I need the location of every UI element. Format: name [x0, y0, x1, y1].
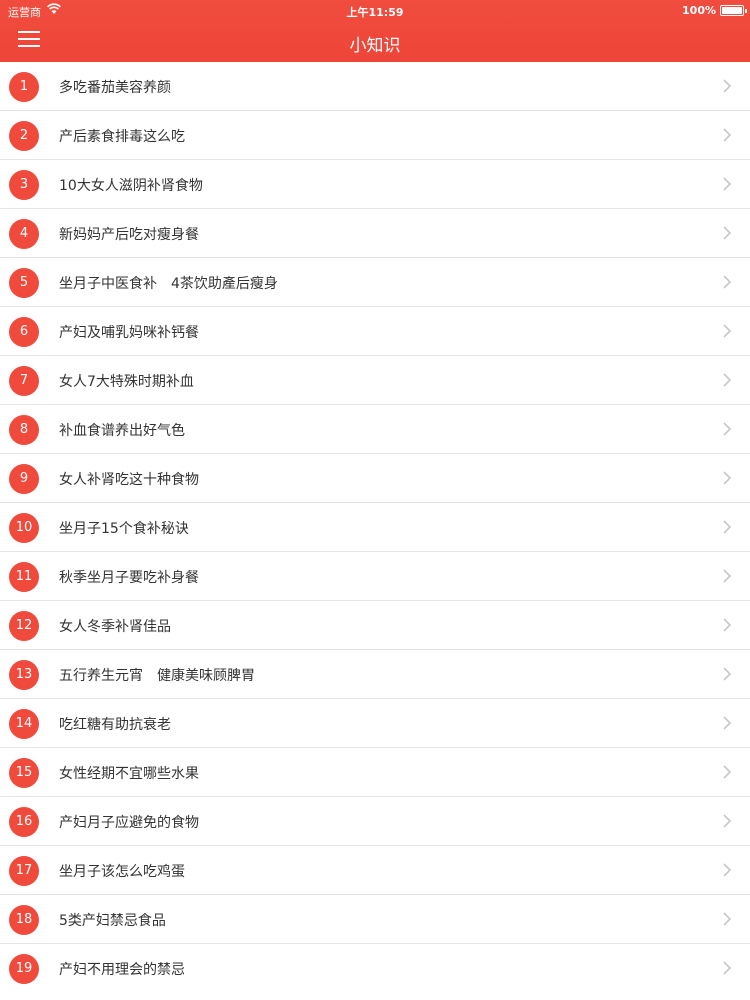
- list-item[interactable]: 6 产妇及哺乳妈咪补钙餐: [0, 307, 750, 356]
- list-item[interactable]: 5 坐月子中医食补 4茶饮助產后瘦身: [0, 258, 750, 307]
- item-title: 女人冬季补肾佳品: [59, 619, 171, 635]
- chevron-right-icon: [723, 324, 732, 338]
- item-title: 秋季坐月子要吃补身餐: [59, 570, 199, 586]
- item-title: 多吃番茄美容养颜: [59, 80, 171, 96]
- item-number-badge: 13: [9, 660, 39, 690]
- item-number-badge: 10: [9, 513, 39, 543]
- item-number-badge: 12: [9, 611, 39, 641]
- list-item[interactable]: 17 坐月子该怎么吃鸡蛋: [0, 846, 750, 895]
- item-title: 产妇月子应避免的食物: [59, 815, 199, 831]
- list-item[interactable]: 8 补血食谱养出好气色: [0, 405, 750, 454]
- list-item[interactable]: 9 女人补肾吃这十种食物: [0, 454, 750, 503]
- chevron-right-icon: [723, 863, 732, 877]
- item-number-badge: 1: [9, 72, 39, 102]
- chevron-right-icon: [723, 618, 732, 632]
- item-number-badge: 16: [9, 807, 39, 837]
- item-number-badge: 5: [9, 268, 39, 298]
- list-item[interactable]: 3 10大女人滋阴补肾食物: [0, 160, 750, 209]
- item-title: 5类产妇禁忌食品: [59, 913, 166, 929]
- status-time: 上午11:59: [346, 6, 404, 19]
- chevron-right-icon: [723, 422, 732, 436]
- item-number-badge: 15: [9, 758, 39, 788]
- navigation-header: 运营商 上午11:59 100% 小知识: [0, 0, 750, 62]
- item-title: 女性经期不宜哪些水果: [59, 766, 199, 782]
- battery-icon: [720, 5, 747, 16]
- chevron-right-icon: [723, 569, 732, 583]
- list-item[interactable]: 13 五行养生元宵 健康美味顾脾胃: [0, 650, 750, 699]
- list-item[interactable]: 7 女人7大特殊时期补血: [0, 356, 750, 405]
- item-number-badge: 9: [9, 464, 39, 494]
- item-number-badge: 14: [9, 709, 39, 739]
- chevron-right-icon: [723, 814, 732, 828]
- item-number-badge: 7: [9, 366, 39, 396]
- chevron-right-icon: [723, 275, 732, 289]
- chevron-right-icon: [723, 520, 732, 534]
- chevron-right-icon: [723, 716, 732, 730]
- chevron-right-icon: [723, 226, 732, 240]
- item-title: 补血食谱养出好气色: [59, 423, 185, 439]
- item-title: 新妈妈产后吃对瘦身餐: [59, 227, 199, 243]
- item-number-badge: 4: [9, 219, 39, 249]
- list-item[interactable]: 11 秋季坐月子要吃补身餐: [0, 552, 750, 601]
- item-title: 产妇不用理会的禁忌: [59, 962, 185, 978]
- item-title: 产妇及哺乳妈咪补钙餐: [59, 325, 199, 341]
- list-item[interactable]: 19 产妇不用理会的禁忌: [0, 944, 750, 993]
- status-bar: 运营商 上午11:59 100%: [0, 0, 750, 22]
- item-number-badge: 3: [9, 170, 39, 200]
- battery-percentage: 100%: [682, 4, 716, 17]
- list-item[interactable]: 18 5类产妇禁忌食品: [0, 895, 750, 944]
- item-title: 吃红糖有助抗衰老: [59, 717, 171, 733]
- chevron-right-icon: [723, 765, 732, 779]
- chevron-right-icon: [723, 373, 732, 387]
- chevron-right-icon: [723, 471, 732, 485]
- list-item[interactable]: 1 多吃番茄美容养颜: [0, 62, 750, 111]
- item-number-badge: 11: [9, 562, 39, 592]
- item-number-badge: 18: [9, 905, 39, 935]
- item-number-badge: 6: [9, 317, 39, 347]
- chevron-right-icon: [723, 961, 732, 975]
- item-number-badge: 2: [9, 121, 39, 151]
- item-title: 女人补肾吃这十种食物: [59, 472, 199, 488]
- chevron-right-icon: [723, 177, 732, 191]
- chevron-right-icon: [723, 667, 732, 681]
- item-title: 五行养生元宵 健康美味顾脾胃: [59, 668, 255, 684]
- item-title: 坐月子15个食补秘诀: [59, 521, 189, 537]
- chevron-right-icon: [723, 128, 732, 142]
- chevron-right-icon: [723, 912, 732, 926]
- item-title: 坐月子该怎么吃鸡蛋: [59, 864, 185, 880]
- item-title: 产后素食排毒这么吃: [59, 129, 185, 145]
- tips-list: 1 多吃番茄美容养颜 2 产后素食排毒这么吃 3 10大女人滋阴补肾食物 4 新妈妈产后吃对瘦…: [0, 62, 750, 993]
- list-item[interactable]: 10 坐月子15个食补秘诀: [0, 503, 750, 552]
- item-title: 坐月子中医食补 4茶饮助產后瘦身: [59, 276, 278, 292]
- item-number-badge: 17: [9, 856, 39, 886]
- page-title: 小知识: [349, 36, 401, 56]
- list-item[interactable]: 16 产妇月子应避免的食物: [0, 797, 750, 846]
- item-title: 女人7大特殊时期补血: [59, 374, 194, 390]
- list-item[interactable]: 15 女性经期不宜哪些水果: [0, 748, 750, 797]
- item-number-badge: 8: [9, 415, 39, 445]
- chevron-right-icon: [723, 79, 732, 93]
- list-item[interactable]: 14 吃红糖有助抗衰老: [0, 699, 750, 748]
- item-number-badge: 19: [9, 954, 39, 984]
- list-item[interactable]: 2 产后素食排毒这么吃: [0, 111, 750, 160]
- list-item[interactable]: 4 新妈妈产后吃对瘦身餐: [0, 209, 750, 258]
- list-item[interactable]: 12 女人冬季补肾佳品: [0, 601, 750, 650]
- item-title: 10大女人滋阴补肾食物: [59, 178, 203, 194]
